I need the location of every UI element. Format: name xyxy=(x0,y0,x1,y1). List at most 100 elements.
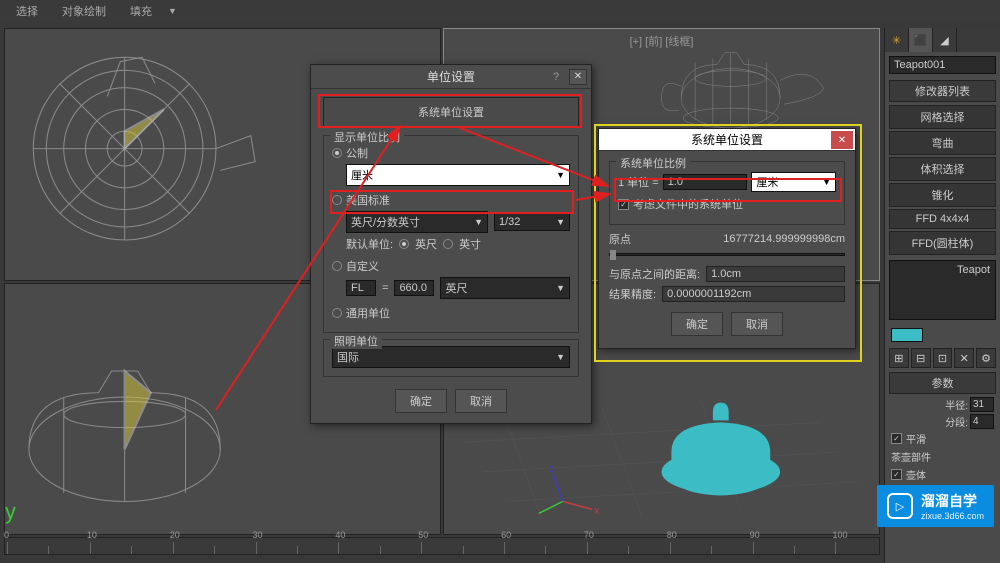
ruler-tick xyxy=(711,546,752,554)
toolbar-select[interactable]: 选择 xyxy=(8,1,46,21)
system-unit-setup-button[interactable]: 系统单位设置 xyxy=(323,97,579,127)
svg-text:x: x xyxy=(594,505,599,516)
tab-create[interactable]: ✳ xyxy=(885,28,909,52)
radio-generic-label: 通用单位 xyxy=(346,305,390,321)
radio-us[interactable] xyxy=(332,195,342,205)
sys-unit-type-select[interactable]: 厘米▼ xyxy=(751,172,836,192)
sys-cancel-button[interactable]: 取消 xyxy=(731,312,783,336)
check-smooth-row: 平滑 xyxy=(885,430,1000,447)
check-respect-files-label: 考虑文件中的系统单位 xyxy=(633,196,743,212)
check-smooth[interactable] xyxy=(891,433,902,444)
ruler-tick: 40 xyxy=(338,542,379,554)
custom-unit-select[interactable]: 英尺▼ xyxy=(440,277,570,299)
dialog-units-close[interactable]: ✕ xyxy=(569,69,587,85)
group-sys-scale: 系统单位比例 1 单位 = 1.0 厘米▼ 考虑文件中的系统单位 xyxy=(609,161,845,225)
chevron-down-icon: ▼ xyxy=(556,283,565,293)
show-end-icon[interactable]: ⊟ xyxy=(911,348,931,368)
toolbar-dropdown[interactable]: ▼ xyxy=(168,6,177,16)
modifier-ffd-box[interactable]: FFD 4x4x4 xyxy=(889,209,996,229)
modifier-list-dropdown[interactable]: 修改器列表 xyxy=(889,80,996,102)
param-radius-input[interactable]: 31 xyxy=(970,397,994,412)
slider-thumb[interactable] xyxy=(610,250,616,260)
object-color-swatch[interactable] xyxy=(891,328,923,342)
dialog-units-titlebar[interactable]: 单位设置 ? ✕ xyxy=(311,65,591,89)
metric-unit-select[interactable]: 厘米 ▼ xyxy=(346,164,570,186)
group-display-scale: 显示单位比例 公制 厘米 ▼ 美国标准 英尺/分数英寸▼ 1/32▼ xyxy=(323,135,579,333)
dialog-sys-titlebar[interactable]: 系统单位设置 ✕ xyxy=(599,129,855,151)
ruler-tick xyxy=(214,546,255,554)
us-default-row: 默认单位: 英尺 英寸 xyxy=(346,236,570,252)
radio-custom-label: 自定义 xyxy=(346,258,379,274)
toolbar-object-paint[interactable]: 对象绘制 xyxy=(54,1,114,21)
radio-metric-row[interactable]: 公制 xyxy=(332,145,570,161)
check-body-row: 壶体 xyxy=(885,466,1000,483)
ruler-tick: 30 xyxy=(256,542,297,554)
radio-us-feet[interactable] xyxy=(399,239,409,249)
modifier-mesh-select[interactable]: 网格选择 xyxy=(889,105,996,129)
svg-text:x: x xyxy=(22,529,33,535)
dialog-units-help[interactable]: ? xyxy=(547,69,565,85)
modifier-stack[interactable]: Teapot xyxy=(889,260,996,320)
dialog-unit-settings: 单位设置 ? ✕ 系统单位设置 显示单位比例 公制 厘米 ▼ 美国标准 英尺/分… xyxy=(310,64,592,424)
svg-text:y: y xyxy=(5,498,16,523)
check-body[interactable] xyxy=(891,469,902,480)
configure-icon[interactable]: ⚙ xyxy=(976,348,996,368)
sys-ok-button[interactable]: 确定 xyxy=(671,312,723,336)
ruler-tick: 90 xyxy=(753,542,794,554)
ruler-tick xyxy=(545,546,586,554)
timeline-ruler[interactable]: 0102030405060708090100 xyxy=(4,537,880,555)
custom-val-input[interactable]: 660.0 xyxy=(394,280,434,296)
us-fraction-select[interactable]: 1/32▼ xyxy=(494,213,570,231)
ruler-tick xyxy=(131,546,172,554)
modifier-ffd-cyl[interactable]: FFD(圆柱体) xyxy=(889,231,996,255)
custom-fl-input[interactable]: FL xyxy=(346,280,376,296)
tab-modify[interactable]: ⬛ xyxy=(909,28,933,52)
radio-generic[interactable] xyxy=(332,308,342,318)
chevron-down-icon: ▼ xyxy=(556,352,565,362)
stack-item-teapot[interactable]: Teapot xyxy=(894,263,991,277)
us-format-select[interactable]: 英尺/分数英寸▼ xyxy=(346,211,488,233)
radio-us-inch-label: 英寸 xyxy=(459,236,481,252)
pin-stack-icon[interactable]: ⊞ xyxy=(889,348,909,368)
object-name-field[interactable]: Teapot001 xyxy=(889,56,996,74)
check-respect-files[interactable] xyxy=(618,199,629,210)
radio-metric[interactable] xyxy=(332,148,342,158)
tab-hierarchy[interactable]: ◢ xyxy=(933,28,957,52)
modify-icon: ⬛ xyxy=(914,34,928,47)
radio-generic-row[interactable]: 通用单位 xyxy=(332,305,570,321)
modifier-vol-select[interactable]: 体积选择 xyxy=(889,157,996,181)
modifier-bend[interactable]: 弯曲 xyxy=(889,131,996,155)
sys-origin-label: 原点 xyxy=(609,231,631,247)
radio-custom[interactable] xyxy=(332,261,342,271)
lighting-unit-select[interactable]: 国际▼ xyxy=(332,346,570,368)
sys-unit-value-input[interactable]: 1.0 xyxy=(663,174,748,190)
watermark-sub: zixue.3d66.com xyxy=(921,511,984,521)
param-segments-row: 分段: 4 xyxy=(885,413,1000,430)
sys-origin-slider[interactable] xyxy=(609,253,845,256)
dialog-units-buttons: 确定 取消 xyxy=(323,383,579,415)
radio-metric-label: 公制 xyxy=(346,145,368,161)
custom-eq: = xyxy=(382,282,388,294)
ruler-tick xyxy=(297,546,338,554)
remove-modifier-icon[interactable]: ✕ xyxy=(954,348,974,368)
param-radius-row: 半径: 31 xyxy=(885,396,1000,413)
radio-us-feet-label: 英尺 xyxy=(415,236,437,252)
modifier-taper[interactable]: 锥化 xyxy=(889,183,996,207)
radio-us-inch[interactable] xyxy=(443,239,453,249)
toolbar-fill[interactable]: 填充 xyxy=(122,1,160,21)
units-ok-button[interactable]: 确定 xyxy=(395,389,447,413)
us-options-row: 英尺/分数英寸▼ 1/32▼ xyxy=(346,211,570,233)
metric-unit-value: 厘米 xyxy=(351,167,373,183)
group-sys-scale-label: 系统单位比例 xyxy=(616,155,690,171)
chevron-down-icon: ▼ xyxy=(556,170,565,180)
units-cancel-button[interactable]: 取消 xyxy=(455,389,507,413)
make-unique-icon[interactable]: ⊡ xyxy=(933,348,953,368)
group-lighting: 照明单位 国际▼ xyxy=(323,339,579,377)
radio-us-row[interactable]: 美国标准 xyxy=(332,192,570,208)
command-panel: ✳ ⬛ ◢ Teapot001 修改器列表 网格选择 弯曲 体积选择 锥化 FF… xyxy=(884,28,1000,563)
param-segments-input[interactable]: 4 xyxy=(970,414,994,429)
radio-custom-row[interactable]: 自定义 xyxy=(332,258,570,274)
rollout-parameters[interactable]: 参数 xyxy=(889,372,996,394)
dialog-sys-close[interactable]: ✕ xyxy=(831,131,853,149)
ruler-tick: 20 xyxy=(173,542,214,554)
